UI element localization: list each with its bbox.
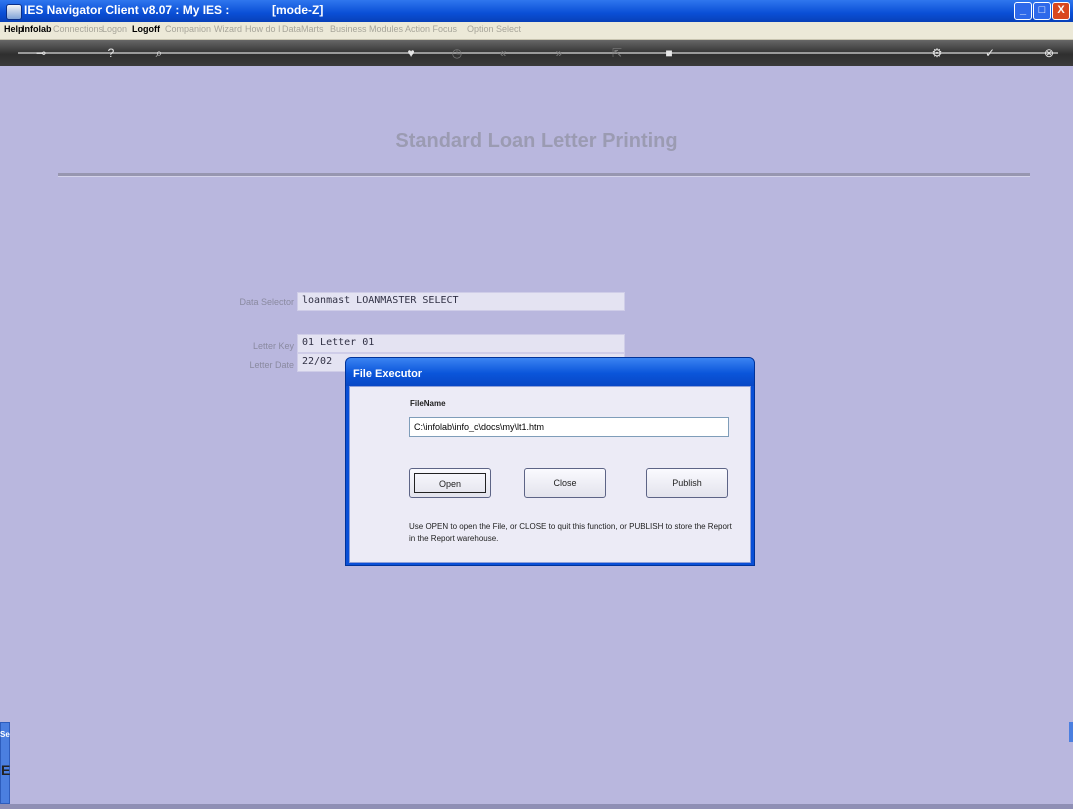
dialog-body: FileName Open Close Publish Use OPEN to … bbox=[349, 386, 751, 563]
toolbar-divider bbox=[18, 52, 1058, 54]
expand-icon[interactable]: ⇱ bbox=[608, 45, 626, 61]
menu-datamarts[interactable]: DataMarts bbox=[282, 24, 324, 34]
app-icon bbox=[6, 4, 22, 20]
data-selector-label: Data Selector bbox=[239, 297, 294, 307]
minimize-button[interactable]: _ bbox=[1014, 2, 1032, 20]
side-panel-glyph: E bbox=[1, 762, 11, 778]
bottom-strip bbox=[0, 804, 1073, 809]
filename-input[interactable] bbox=[409, 417, 729, 437]
stop-icon[interactable]: ■ bbox=[660, 45, 678, 61]
file-executor-dialog: File Executor FileName Open Close Publis… bbox=[345, 357, 755, 566]
settings-icon[interactable]: ⚙ bbox=[928, 45, 946, 61]
menu-wizard[interactable]: Wizard bbox=[214, 24, 242, 34]
close-button[interactable]: Close bbox=[524, 468, 606, 498]
rewind-icon[interactable]: « bbox=[494, 45, 512, 61]
search-icon[interactable]: ⌕ bbox=[150, 45, 168, 61]
mode-indicator: [mode-Z] bbox=[272, 3, 324, 17]
menu-infolab[interactable]: Infolab bbox=[22, 24, 52, 34]
help-icon[interactable]: ? bbox=[102, 45, 120, 61]
side-panel-label: Se bbox=[0, 730, 10, 739]
key-icon[interactable]: ⊸ bbox=[32, 45, 50, 61]
menu-how-do-i[interactable]: How do I bbox=[245, 24, 281, 34]
data-selector-field[interactable]: loanmast LOANMASTER SELECT bbox=[297, 292, 625, 311]
menu-logoff[interactable]: Logoff bbox=[132, 24, 160, 34]
open-button[interactable]: Open bbox=[409, 468, 491, 498]
window-title: IES Navigator Client v8.07 : My IES : bbox=[24, 3, 230, 17]
heart-icon[interactable]: ♥ bbox=[402, 45, 420, 61]
menu-connections[interactable]: Connections bbox=[53, 24, 103, 34]
menu-action-focus[interactable]: Action Focus bbox=[405, 24, 457, 34]
title-bar: IES Navigator Client v8.07 : My IES : [m… bbox=[0, 0, 1073, 22]
right-panel-tab[interactable] bbox=[1069, 722, 1073, 742]
toolbar: ⊸ ? ⌕ ♥ ◷ « » ⇱ ■ ⚙ ✓ ⊗ bbox=[0, 40, 1073, 66]
dialog-title: File Executor bbox=[353, 368, 423, 380]
dialog-help-text: Use OPEN to open the File, or CLOSE to q… bbox=[409, 522, 732, 543]
fast-forward-icon[interactable]: » bbox=[550, 45, 568, 61]
close-window-button[interactable]: X bbox=[1052, 2, 1070, 20]
menu-companion[interactable]: Companion bbox=[165, 24, 211, 34]
letter-key-label: Letter Key bbox=[252, 341, 294, 351]
page-title: Standard Loan Letter Printing bbox=[395, 130, 678, 152]
filename-label: FileName bbox=[410, 399, 446, 408]
letter-date-label: Letter Date bbox=[249, 360, 294, 370]
menu-option-select[interactable]: Option Select bbox=[467, 24, 521, 34]
menu-business-modules[interactable]: Business Modules bbox=[330, 24, 403, 34]
menu-logon[interactable]: Logon bbox=[102, 24, 127, 34]
dialog-title-bar[interactable]: File Executor bbox=[346, 358, 754, 386]
open-button-label: Open bbox=[414, 473, 486, 493]
title-divider bbox=[58, 173, 1030, 177]
publish-button[interactable]: Publish bbox=[646, 468, 728, 498]
clock-icon[interactable]: ◷ bbox=[448, 45, 466, 61]
maximize-button[interactable]: □ bbox=[1033, 2, 1051, 20]
letter-key-field[interactable]: 01 Letter 01 bbox=[297, 334, 625, 353]
close-icon[interactable]: ⊗ bbox=[1040, 45, 1058, 61]
menu-help[interactable]: Help bbox=[4, 24, 24, 34]
menu-bar: Help Infolab Connections Logon Logoff Co… bbox=[0, 22, 1073, 40]
check-icon[interactable]: ✓ bbox=[981, 45, 999, 61]
